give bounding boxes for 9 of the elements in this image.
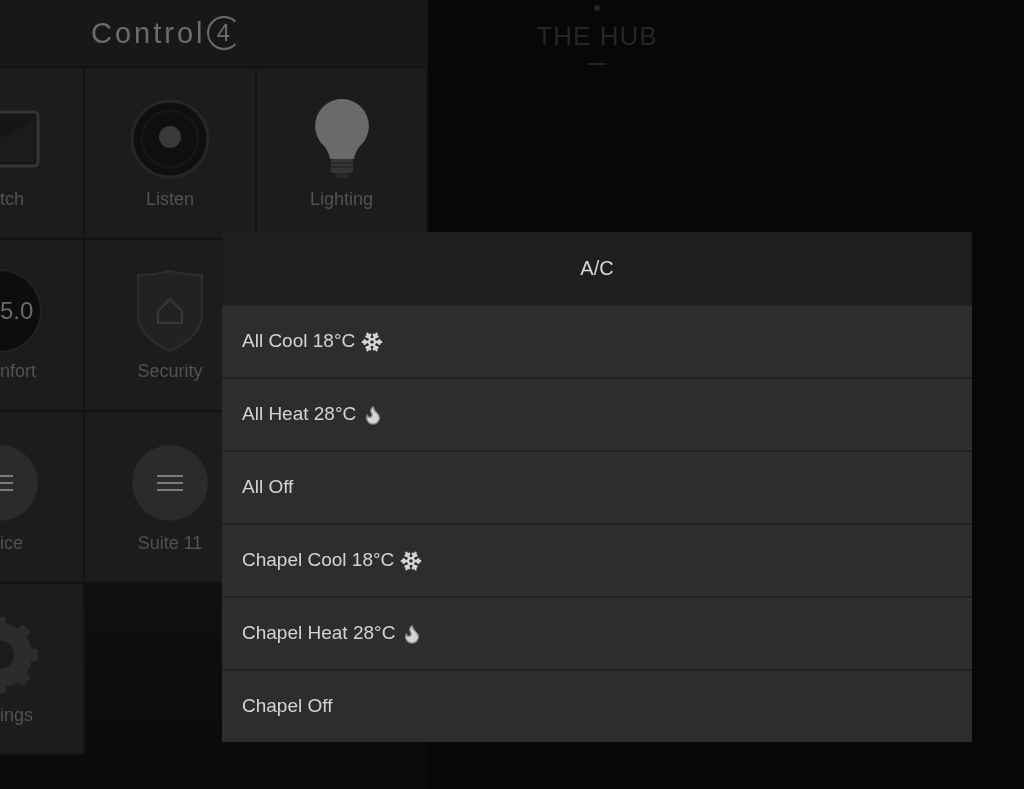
- brand-logo: Control 4: [91, 16, 241, 50]
- dialog-title: A/C: [222, 232, 972, 304]
- thermostat-dial: 5.0: [0, 269, 42, 353]
- tv-icon: [0, 110, 40, 168]
- shield-house-icon: [136, 269, 204, 353]
- menu-circle-icon: [130, 443, 210, 523]
- speaker-icon: [130, 99, 210, 179]
- snowflake-icon: [361, 330, 384, 353]
- snowflake-icon: [400, 549, 423, 572]
